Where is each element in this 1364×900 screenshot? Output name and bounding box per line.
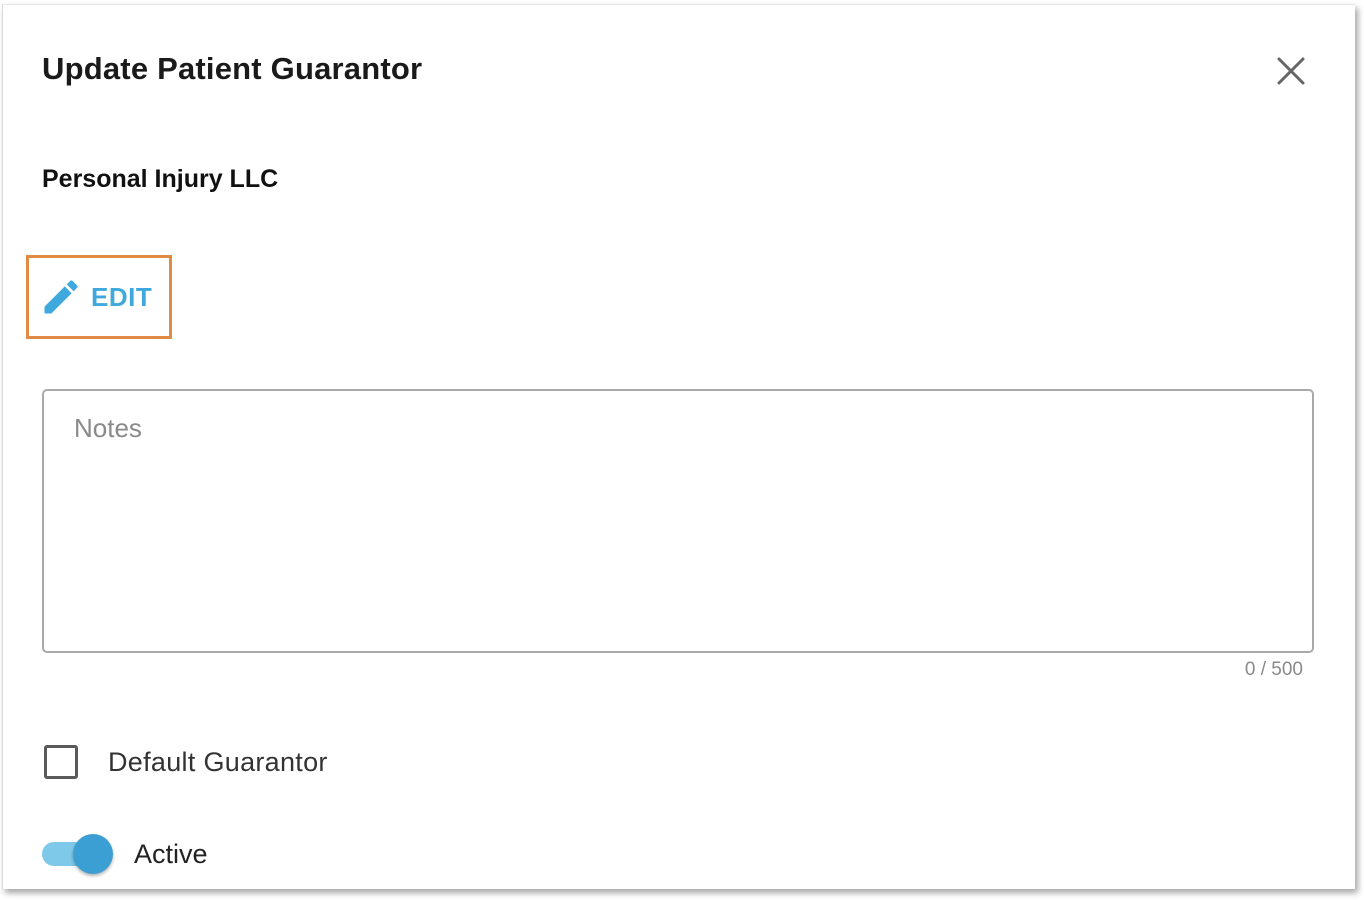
edit-button[interactable]: EDIT [39, 275, 152, 319]
toggle-knob [73, 834, 113, 874]
default-guarantor-row: Default Guarantor [44, 745, 328, 779]
default-guarantor-label: Default Guarantor [108, 746, 328, 777]
active-row: Active [42, 833, 208, 875]
update-guarantor-dialog: Update Patient Guarantor Personal Injury… [2, 4, 1355, 889]
close-icon [1277, 57, 1305, 85]
active-toggle[interactable] [42, 833, 114, 875]
dialog-title: Update Patient Guarantor [42, 51, 423, 86]
notes-input[interactable] [44, 391, 1312, 651]
edit-label: EDIT [91, 281, 153, 312]
notes-field [42, 389, 1314, 653]
page: Update Patient Guarantor Personal Injury… [0, 0, 1364, 900]
active-label: Active [134, 838, 208, 869]
close-button[interactable] [1273, 53, 1309, 89]
default-guarantor-checkbox[interactable] [44, 745, 78, 779]
pencil-icon [44, 280, 78, 314]
notes-char-counter: 0 / 500 [1244, 659, 1303, 680]
guarantor-name: Personal Injury LLC [42, 165, 279, 193]
